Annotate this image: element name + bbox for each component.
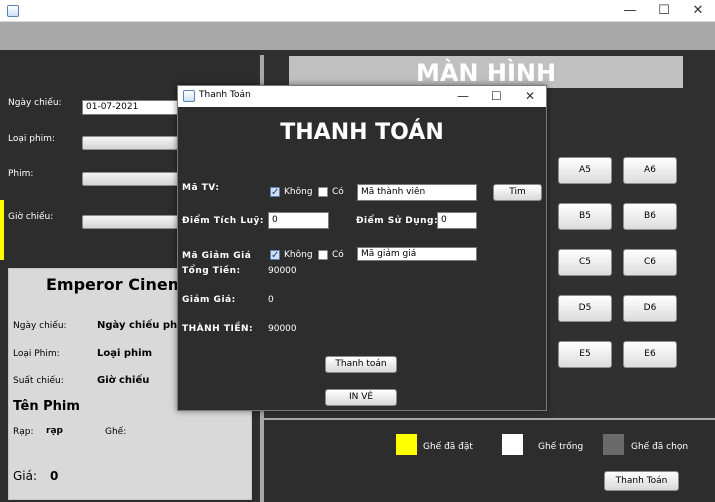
ma-tv-label: Mã TV: bbox=[182, 183, 220, 193]
dialog-maximize-icon[interactable]: ☐ bbox=[491, 86, 502, 106]
info-rap-label: Rạp: bbox=[13, 427, 34, 437]
seat-b5-button[interactable]: B5 bbox=[558, 203, 612, 230]
dialog-thanh-toan-button[interactable]: Thanh toán bbox=[325, 356, 397, 373]
info-ghe-label: Ghế: bbox=[105, 427, 127, 437]
seat-c5-button[interactable]: C5 bbox=[558, 249, 612, 276]
info-loai-phim-label: Loại Phim: bbox=[13, 349, 60, 359]
maximize-icon[interactable]: ☐ bbox=[654, 0, 674, 22]
seat-b6-button[interactable]: B6 bbox=[623, 203, 677, 230]
ma-giam-gia-input[interactable]: Mã giảm giá bbox=[357, 247, 477, 261]
dialog-heading: THANH TOÁN bbox=[280, 120, 444, 145]
gio-chieu-dropdown[interactable] bbox=[82, 215, 182, 229]
seat-d5-button[interactable]: D5 bbox=[558, 295, 612, 322]
giam-gia-khong-label: Không bbox=[284, 250, 313, 260]
java-app-icon bbox=[7, 5, 19, 17]
yellow-edge-strip bbox=[0, 200, 4, 260]
seat-a5-button[interactable]: A5 bbox=[558, 157, 612, 184]
legend-selected-swatch bbox=[603, 434, 624, 455]
seat-e6-button[interactable]: E6 bbox=[623, 341, 677, 368]
main-thanh-toan-button[interactable]: Thanh Toán bbox=[604, 471, 679, 491]
tong-tien-value: 90000 bbox=[268, 266, 297, 276]
seat-a6-button[interactable]: A6 bbox=[623, 157, 677, 184]
gio-chieu-label: Giờ chiếu: bbox=[8, 212, 54, 222]
legend-empty-swatch bbox=[502, 434, 523, 455]
ma-giam-gia-label: Mã Giảm Giá bbox=[182, 251, 252, 261]
top-toolbar-strip bbox=[0, 22, 715, 50]
tim-button[interactable]: Tim bbox=[493, 184, 542, 201]
tong-tien-label: Tổng Tiền: bbox=[182, 266, 241, 276]
thanh-tien-value: 90000 bbox=[268, 324, 297, 334]
giam-gia-value: 0 bbox=[268, 295, 274, 305]
ma-tv-co-checkbox[interactable] bbox=[318, 187, 328, 197]
ma-tv-khong-label: Không bbox=[284, 187, 313, 197]
dialog-app-icon bbox=[183, 90, 195, 102]
ngay-chieu-label: Ngày chiếu: bbox=[8, 98, 62, 108]
phim-label: Phim: bbox=[8, 169, 34, 179]
loai-phim-label: Loại phim: bbox=[8, 134, 55, 144]
diem-tich-luy-input[interactable]: 0 bbox=[268, 212, 329, 229]
legend-selected-label: Ghế đã chọn bbox=[631, 442, 689, 452]
close-icon[interactable]: ✕ bbox=[688, 0, 708, 22]
loai-phim-dropdown[interactable] bbox=[82, 136, 182, 150]
in-ve-button[interactable]: IN VÉ bbox=[325, 389, 397, 406]
cinema-name: Emperor Cinema bbox=[46, 275, 196, 294]
dialog-close-icon[interactable]: ✕ bbox=[525, 86, 535, 106]
diem-tich-luy-label: Điểm Tích Luỹ: bbox=[182, 216, 264, 226]
seat-d6-button[interactable]: D6 bbox=[623, 295, 677, 322]
phim-dropdown[interactable] bbox=[82, 172, 182, 186]
giam-gia-co-checkbox[interactable] bbox=[318, 250, 328, 260]
ngay-chieu-date-input[interactable]: 01-07-2021 bbox=[82, 100, 182, 115]
giam-gia-label: Giảm Giá: bbox=[182, 295, 236, 305]
giam-gia-co-label: Có bbox=[332, 250, 344, 260]
legend-booked-swatch bbox=[396, 434, 417, 455]
diem-su-dung-input[interactable]: 0 bbox=[437, 212, 477, 229]
giam-gia-khong-checkbox[interactable] bbox=[270, 250, 280, 260]
diem-su-dung-label: Điểm Sử Dụng: bbox=[356, 216, 439, 226]
seat-e5-button[interactable]: E5 bbox=[558, 341, 612, 368]
main-titlebar: — ☐ ✕ bbox=[0, 0, 715, 22]
seat-c6-button[interactable]: C6 bbox=[623, 249, 677, 276]
dialog-minimize-icon[interactable]: — bbox=[457, 86, 469, 106]
info-ngay-chieu-label: Ngày chiếu: bbox=[13, 321, 67, 331]
info-gia-value: 0 bbox=[50, 469, 59, 483]
payment-dialog: Thanh Toán — ☐ ✕ THANH TOÁN Mã TV: Không… bbox=[177, 85, 547, 411]
info-loai-phim-value: Loại phim bbox=[97, 348, 153, 359]
dialog-titlebar: Thanh Toán — ☐ ✕ bbox=[178, 86, 546, 107]
legend-empty-label: Ghế trống bbox=[538, 442, 584, 452]
ma-thanh-vien-input[interactable]: Mã thành viên bbox=[357, 184, 477, 201]
legend-booked-label: Ghế đã đặt bbox=[423, 442, 473, 452]
dialog-title: Thanh Toán bbox=[199, 90, 251, 100]
info-suat-chieu-value: Giờ chiếu bbox=[97, 375, 150, 386]
minimize-icon[interactable]: — bbox=[620, 0, 640, 22]
ma-tv-co-label: Có bbox=[332, 187, 344, 197]
info-ten-phim: Tên Phim bbox=[13, 399, 80, 414]
ma-tv-khong-checkbox[interactable] bbox=[270, 187, 280, 197]
info-suat-chieu-label: Suất chiếu: bbox=[13, 376, 64, 386]
info-rap-value: rạp bbox=[46, 426, 63, 436]
screen-title: MÀN HÌNH bbox=[289, 56, 683, 88]
thanh-tien-label: THÀNH TIỀN: bbox=[182, 324, 254, 334]
info-gia-label: Giá: bbox=[13, 469, 38, 483]
